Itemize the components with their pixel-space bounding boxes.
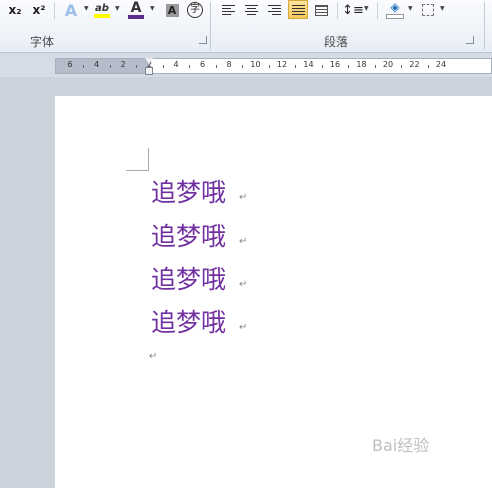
paragraph-mark: ↵	[239, 236, 248, 247]
line-spacing-dropdown-icon[interactable]: ▼	[364, 5, 369, 12]
ruler-label: 22	[409, 60, 420, 69]
ruler-tick	[109, 65, 111, 68]
ruler-label: 14	[303, 60, 314, 69]
distributed-icon	[314, 4, 328, 16]
ruler-label: 24	[435, 60, 447, 69]
align-right-icon	[267, 4, 281, 16]
watermark-logo: Bai经验	[372, 436, 430, 455]
separator	[337, 2, 338, 19]
superscript-button[interactable]: x²	[30, 0, 48, 20]
paragraph-dialog-launcher-icon[interactable]	[466, 36, 474, 44]
align-center-button[interactable]	[242, 0, 260, 20]
ribbon: x₂ x² A ▼ ab ▼ A ▼ A 字 ↕≡ ▼ ◈ ▼ ▼ 字体 段落	[0, 0, 492, 53]
ruler-tick	[242, 65, 244, 68]
highlight-icon: ab	[95, 2, 109, 14]
ruler-tick	[136, 65, 138, 68]
highlight-dropdown-icon[interactable]: ▼	[115, 5, 120, 12]
enclose-characters-button[interactable]: 字	[186, 0, 204, 20]
ruler-label: 18	[356, 60, 367, 69]
ruler-tick	[401, 65, 403, 68]
line-spacing-icon: ↕≡	[342, 2, 364, 18]
character-shading-button[interactable]: A	[164, 0, 180, 20]
ruler-label: 4	[173, 60, 179, 69]
align-left-icon	[221, 4, 235, 16]
paragraph-mark: ↵	[149, 351, 158, 362]
paragraph-group-label: 段落	[324, 35, 349, 49]
font-group-label: 字体	[30, 35, 55, 49]
align-left-button[interactable]	[219, 0, 237, 20]
ruler-tick	[374, 65, 376, 68]
shading-dropdown-icon[interactable]: ▼	[408, 5, 413, 12]
paragraph-4[interactable]: 追梦哦	[151, 308, 226, 338]
line-spacing-button[interactable]: ↕≡	[342, 0, 364, 20]
borders-icon	[422, 4, 434, 16]
font-color-swatch	[128, 14, 144, 19]
paragraph-mark: ↵	[239, 192, 248, 203]
ruler-tick	[427, 65, 429, 68]
ruler-label: 20	[382, 60, 394, 69]
shading-color-swatch	[386, 14, 404, 19]
character-shading-icon: A	[165, 3, 179, 17]
ruler-tick	[215, 65, 217, 68]
distributed-button[interactable]	[312, 0, 330, 20]
first-line-indent-icon[interactable]	[145, 58, 153, 64]
text-effects-button[interactable]: A	[60, 0, 82, 20]
justify-icon	[291, 4, 305, 16]
paragraph-2[interactable]: 追梦哦	[151, 222, 226, 252]
align-center-icon	[244, 4, 258, 16]
ruler-label: 4	[93, 60, 100, 69]
subscript-button[interactable]: x₂	[6, 0, 24, 20]
ruler-label: 6	[67, 60, 73, 69]
group-separator	[210, 2, 211, 50]
ruler-label: 16	[329, 60, 341, 69]
borders-button[interactable]	[419, 0, 437, 20]
highlight-button[interactable]: ab	[92, 0, 112, 20]
ruler-tick	[321, 65, 323, 68]
paragraph-mark: ↵	[239, 322, 248, 333]
document-page[interactable]	[55, 96, 492, 488]
justify-button[interactable]	[289, 0, 307, 20]
paint-bucket-icon: ◈	[390, 0, 400, 14]
borders-dropdown-icon[interactable]: ▼	[440, 5, 445, 12]
ruler-label: 2	[120, 60, 126, 69]
margin-corner-mark	[126, 148, 149, 171]
ruler-tick	[295, 65, 297, 68]
ruler-tick	[348, 65, 350, 68]
ruler-tick	[189, 65, 191, 68]
ruler-label: 8	[226, 60, 232, 69]
ruler-tick	[162, 65, 164, 68]
ruler-label: 6	[199, 60, 206, 69]
enclose-characters-icon: 字	[187, 2, 203, 18]
paragraph-3[interactable]: 追梦哦	[151, 265, 226, 295]
font-dialog-launcher-icon[interactable]	[199, 36, 207, 44]
group-separator	[484, 2, 485, 50]
separator	[54, 2, 55, 19]
indent-marker[interactable]	[145, 58, 154, 76]
paragraph-1[interactable]: 追梦哦	[151, 178, 226, 208]
left-indent-icon[interactable]	[145, 67, 153, 75]
separator	[377, 2, 378, 19]
font-color-icon: A	[130, 0, 142, 16]
highlight-color-swatch	[94, 13, 110, 18]
horizontal-ruler[interactable]: 6 4 2 2 4 6 8 10 12 14 16 18 20 22 24	[55, 58, 492, 74]
ruler-tick	[83, 65, 85, 68]
ruler-tick	[268, 65, 270, 68]
ruler-label: 10	[250, 60, 261, 69]
text-effects-dropdown-icon[interactable]: ▼	[84, 5, 89, 12]
font-color-dropdown-icon[interactable]: ▼	[150, 5, 155, 12]
paragraph-mark: ↵	[239, 279, 248, 290]
font-color-button[interactable]: A	[127, 0, 145, 20]
align-right-button[interactable]	[265, 0, 283, 20]
shading-button[interactable]: ◈	[385, 0, 405, 20]
ruler-label: 12	[276, 60, 288, 69]
